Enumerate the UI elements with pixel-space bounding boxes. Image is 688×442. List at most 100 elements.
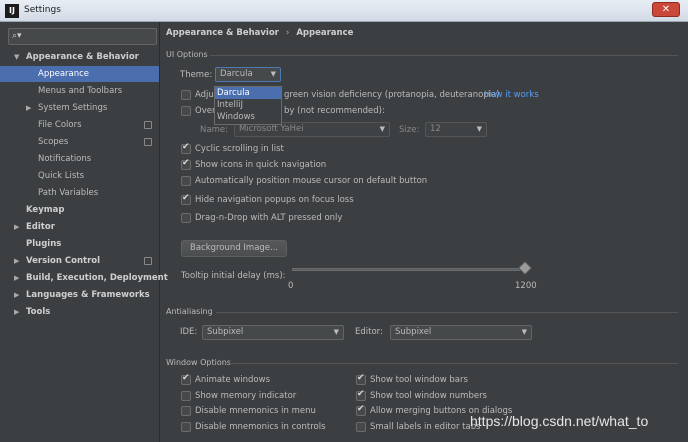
sidebar-item-label: Version Control bbox=[26, 256, 101, 266]
sidebar-item-plugins[interactable]: Plugins bbox=[0, 236, 159, 252]
disable-mnemonics-menu-checkbox[interactable] bbox=[181, 406, 191, 416]
chevron-right-icon: ▶ bbox=[14, 223, 20, 231]
background-image-button[interactable]: Background Image... bbox=[181, 240, 288, 257]
divider bbox=[216, 312, 678, 313]
adjust-colors-checkbox[interactable] bbox=[181, 90, 191, 100]
editor-aa-label: Editor: bbox=[355, 327, 383, 337]
tooltip-min-label: 0 bbox=[288, 281, 294, 291]
small-labels-checkbox[interactable] bbox=[356, 422, 366, 432]
hide-nav-checkbox[interactable] bbox=[181, 193, 191, 205]
breadcrumb-parent: Appearance & Behavior bbox=[166, 28, 279, 38]
allow-merging-checkbox[interactable] bbox=[356, 404, 366, 416]
search-icon: ⌕▾ bbox=[12, 31, 22, 41]
sidebar-item-label: File Colors bbox=[38, 120, 82, 130]
sidebar-item-editor[interactable]: ▶ Editor bbox=[0, 219, 159, 235]
sidebar-item-label: Appearance & Behavior bbox=[26, 52, 139, 62]
section-ui-options: UI Options bbox=[166, 50, 208, 59]
chevron-right-icon: ▶ bbox=[14, 308, 20, 316]
sidebar-item-label: Tools bbox=[26, 307, 51, 317]
divider bbox=[210, 55, 678, 56]
show-icons-label: Show icons in quick navigation bbox=[195, 160, 327, 170]
chevron-right-icon: ▶ bbox=[14, 274, 20, 282]
theme-select[interactable]: Darcula ▼ bbox=[215, 67, 281, 82]
sidebar-item-label: Keymap bbox=[26, 205, 65, 215]
sidebar-item-label: System Settings bbox=[38, 103, 108, 113]
theme-option-intellij[interactable]: IntelliJ bbox=[215, 99, 281, 111]
disable-mnemonics-menu-label: Disable mnemonics in menu bbox=[195, 406, 316, 416]
drag-drop-label: Drag-n-Drop with ALT pressed only bbox=[195, 213, 343, 223]
theme-option-windows[interactable]: Windows bbox=[215, 111, 281, 123]
app-icon: IJ bbox=[5, 4, 19, 18]
sidebar-item-appearance-behavior[interactable]: ▼ Appearance & Behavior bbox=[0, 49, 159, 65]
sidebar-item-label: Editor bbox=[26, 222, 55, 232]
sidebar-item-label: Scopes bbox=[38, 137, 69, 147]
theme-select-value: Darcula bbox=[220, 69, 253, 79]
chevron-right-icon: ▶ bbox=[14, 291, 20, 299]
font-size-value: 12 bbox=[430, 124, 441, 134]
show-tool-numbers-checkbox[interactable] bbox=[356, 389, 366, 401]
sidebar-item-quick-lists[interactable]: Quick Lists bbox=[0, 168, 159, 184]
cyclic-scrolling-checkbox[interactable] bbox=[181, 142, 191, 154]
sidebar-item-version-control[interactable]: ▶ Version Control bbox=[0, 253, 159, 269]
override-fonts-checkbox[interactable] bbox=[181, 106, 191, 116]
ide-aa-select[interactable]: Subpixel ▼ bbox=[202, 325, 344, 340]
breadcrumb-current: Appearance bbox=[296, 28, 354, 38]
sidebar-item-label: Plugins bbox=[26, 239, 62, 249]
search-input[interactable]: ⌕▾ bbox=[8, 28, 157, 45]
show-icons-checkbox[interactable] bbox=[181, 158, 191, 170]
show-tool-numbers-label: Show tool window numbers bbox=[370, 391, 487, 401]
small-labels-label: Small labels in editor tabs bbox=[370, 422, 481, 432]
section-window-options: Window Options bbox=[166, 358, 231, 367]
hide-nav-label: Hide navigation popups on focus loss bbox=[195, 195, 354, 205]
adjust-colors-label-start: Adju bbox=[195, 90, 214, 100]
sidebar-item-build-execution[interactable]: ▶ Build, Execution, Deployment bbox=[0, 270, 168, 286]
editor-aa-select[interactable]: Subpixel ▼ bbox=[390, 325, 532, 340]
tooltip-delay-slider[interactable] bbox=[292, 268, 526, 271]
ide-aa-value: Subpixel bbox=[207, 327, 244, 337]
divider bbox=[230, 363, 678, 364]
tooltip-delay-thumb[interactable] bbox=[517, 260, 533, 276]
show-tool-bars-checkbox[interactable] bbox=[356, 373, 366, 385]
project-scope-icon bbox=[144, 138, 152, 146]
breadcrumb-separator: › bbox=[285, 28, 290, 38]
title-bar: IJ Settings ✕ bbox=[0, 0, 688, 22]
sidebar-item-path-variables[interactable]: Path Variables bbox=[0, 185, 159, 201]
sidebar-item-notifications[interactable]: Notifications bbox=[0, 151, 159, 167]
sidebar-item-label: Menus and Toolbars bbox=[38, 86, 123, 96]
sidebar-item-label: Quick Lists bbox=[38, 171, 85, 181]
chevron-down-icon: ▼ bbox=[521, 328, 527, 336]
sidebar-item-scopes[interactable]: Scopes bbox=[0, 134, 159, 150]
sidebar-item-menus-toolbars[interactable]: Menus and Toolbars bbox=[0, 83, 159, 99]
sidebar-item-tools[interactable]: ▶ Tools bbox=[0, 304, 159, 320]
sidebar-item-languages-frameworks[interactable]: ▶ Languages & Frameworks bbox=[0, 287, 159, 303]
disable-mnemonics-controls-label: Disable mnemonics in controls bbox=[195, 422, 326, 432]
watermark-text: https://blog.csdn.net/what_to bbox=[470, 413, 649, 429]
animate-windows-label: Animate windows bbox=[195, 375, 270, 385]
font-size-select[interactable]: 12 ▼ bbox=[425, 122, 487, 137]
close-button[interactable]: ✕ bbox=[652, 2, 680, 17]
font-size-label: Size: bbox=[399, 125, 420, 135]
cyclic-scrolling-label: Cyclic scrolling in list bbox=[195, 144, 284, 154]
auto-position-checkbox[interactable] bbox=[181, 176, 191, 186]
how-it-works-link[interactable]: How it works bbox=[484, 90, 539, 100]
drag-drop-checkbox[interactable] bbox=[181, 213, 191, 223]
animate-windows-checkbox[interactable] bbox=[181, 373, 191, 385]
project-scope-icon bbox=[144, 257, 152, 265]
chevron-down-icon: ▼ bbox=[333, 328, 339, 336]
show-memory-checkbox[interactable] bbox=[181, 391, 191, 401]
disable-mnemonics-controls-checkbox[interactable] bbox=[181, 422, 191, 432]
adjust-colors-label-end: green vision deficiency (protanopia, deu… bbox=[284, 90, 500, 100]
theme-dropdown-list: Darcula IntelliJ Windows bbox=[214, 86, 282, 125]
chevron-down-icon: ▼ bbox=[476, 125, 482, 133]
ide-aa-label: IDE: bbox=[180, 327, 198, 337]
sidebar-item-system-settings[interactable]: ▶ System Settings bbox=[0, 100, 159, 116]
sidebar-item-keymap[interactable]: Keymap bbox=[0, 202, 159, 218]
sidebar-item-file-colors[interactable]: File Colors bbox=[0, 117, 159, 133]
breadcrumb: Appearance & Behavior › Appearance bbox=[166, 28, 353, 38]
window-title: Settings bbox=[24, 5, 61, 15]
show-memory-label: Show memory indicator bbox=[195, 391, 297, 401]
sidebar-item-appearance[interactable]: Appearance bbox=[0, 66, 159, 82]
theme-option-darcula[interactable]: Darcula bbox=[215, 87, 281, 99]
project-scope-icon bbox=[144, 121, 152, 129]
override-fonts-label-start: Over bbox=[195, 106, 216, 116]
